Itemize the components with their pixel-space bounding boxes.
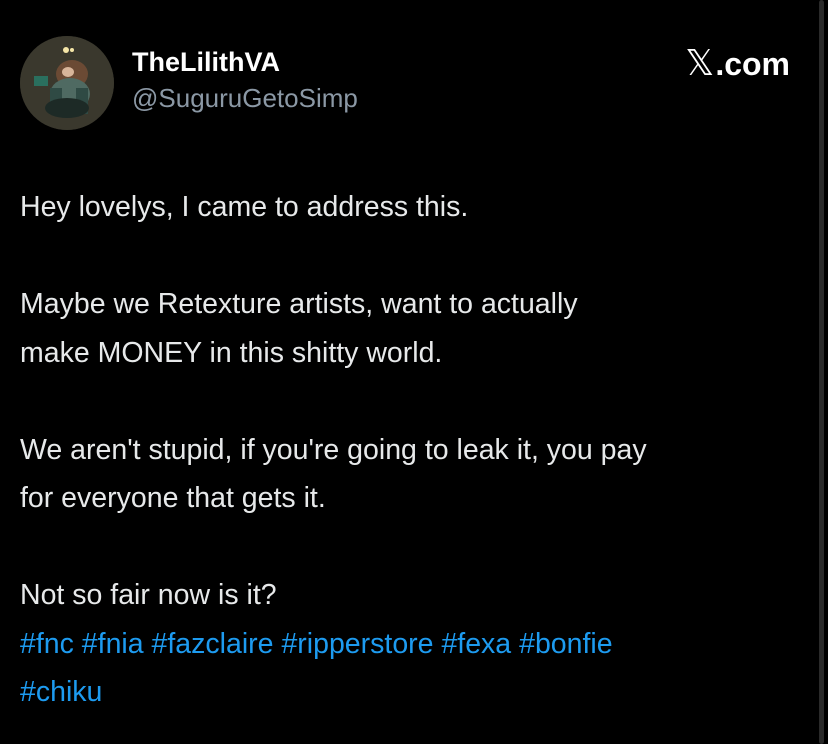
- hashtag-link[interactable]: #fexa: [441, 628, 511, 660]
- scrollbar[interactable]: [819, 0, 824, 744]
- tweet-line: Maybe we Retexture artists, want to actu…: [20, 288, 578, 320]
- tweet-line: Not so fair now is it?: [20, 579, 277, 611]
- avatar[interactable]: [20, 36, 114, 130]
- hashtag-link[interactable]: #fnia: [82, 628, 144, 660]
- tweet-line: We aren't stupid, if you're going to lea…: [20, 433, 647, 466]
- tweet-card: TheLilithVA @SuguruGetoSimp 𝕏 .com Hey lo…: [0, 0, 828, 744]
- brand-domain: .com: [715, 46, 790, 82]
- x-logo: 𝕏 .com: [685, 44, 790, 84]
- hashtag-link[interactable]: #fazclaire: [152, 628, 274, 660]
- user-handle[interactable]: @SuguruGetoSimp: [132, 80, 358, 116]
- hashtag-link[interactable]: #chiku: [20, 676, 102, 708]
- tweet-line: make MONEY in this shitty world.: [20, 336, 443, 369]
- tweet-line: Hey lovelys, I came to address this.: [20, 191, 469, 223]
- user-block: TheLilithVA @SuguruGetoSimp: [132, 44, 358, 116]
- x-icon: 𝕏: [685, 43, 715, 84]
- hashtag-link[interactable]: #bonfie: [519, 628, 613, 660]
- hashtag-list: #fnc #fnia #fazclaire #ripperstore #fexa…: [20, 620, 820, 717]
- hashtag-link[interactable]: #ripperstore: [281, 628, 433, 660]
- tweet-body: Hey lovelys, I came to address this. May…: [20, 183, 820, 717]
- tweet-line: for everyone that gets it.: [20, 482, 326, 514]
- display-name[interactable]: TheLilithVA: [132, 44, 358, 80]
- profile-avatar-icon: [20, 36, 114, 130]
- hashtag-link[interactable]: #fnc: [20, 628, 74, 660]
